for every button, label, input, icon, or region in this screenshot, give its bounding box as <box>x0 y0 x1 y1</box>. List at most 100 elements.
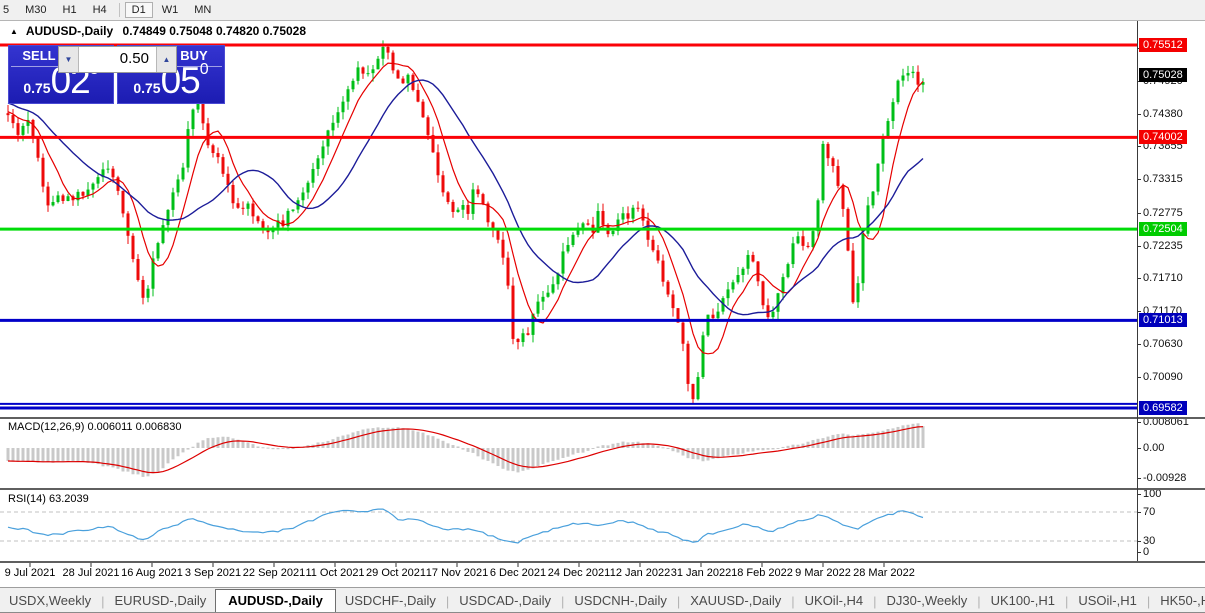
macd-histogram-bar <box>467 448 470 452</box>
candle-body <box>382 47 385 59</box>
macd-histogram-bar <box>57 448 60 461</box>
panel-separator[interactable] <box>0 561 1205 563</box>
timeframe-button-w1[interactable]: W1 <box>155 2 186 18</box>
volume-increase-button[interactable]: ▲ <box>156 47 176 72</box>
collapse-panel-icon[interactable]: ▲ <box>10 27 18 36</box>
macd-histogram-bar <box>632 442 635 448</box>
macd-histogram-bar <box>227 437 230 448</box>
candle-body <box>837 166 840 186</box>
chart-symbol-label: AUDUSD-,Daily <box>26 24 113 38</box>
candle-body <box>297 200 300 209</box>
tab-dj30-weekly[interactable]: DJ30-,Weekly <box>878 589 977 613</box>
date-axis-label: 18 Feb 2022 <box>731 567 793 579</box>
macd-histogram-bar <box>427 435 430 448</box>
macd-histogram-bar <box>532 448 535 468</box>
date-axis-label: 29 Oct 2021 <box>366 567 426 579</box>
macd-histogram-bar <box>597 446 600 448</box>
macd-histogram-bar <box>627 442 630 448</box>
trading-terminal-window: 5M30H1H4D1W1MN ▲ AUDUSD-,Daily 0.74849 0… <box>0 0 1205 613</box>
tab-usdcad-daily[interactable]: USDCAD-,Daily <box>450 589 560 613</box>
candle-body <box>17 123 20 135</box>
macd-histogram-bar <box>457 446 460 448</box>
timeframe-button-d1[interactable]: D1 <box>125 2 153 18</box>
macd-histogram-bar <box>382 428 385 448</box>
tab-usdx-weekly[interactable]: USDX,Weekly <box>0 589 100 613</box>
macd-histogram-bar <box>42 448 45 462</box>
tab-usdchf-daily[interactable]: USDCHF-,Daily <box>336 589 445 613</box>
candle-body <box>452 202 455 212</box>
macd-histogram-bar <box>737 448 740 455</box>
candle-body <box>332 123 335 131</box>
macd-histogram-bar <box>302 447 305 448</box>
tab-ukoil-h4[interactable]: UKOil-,H4 <box>796 589 873 613</box>
macd-histogram-bar <box>392 428 395 448</box>
panel-separator[interactable] <box>0 417 1205 419</box>
candle-body <box>507 258 510 286</box>
candle-body <box>212 145 215 153</box>
price-axis-tick-label: 0.71710 <box>1143 272 1183 284</box>
candle-body <box>912 72 915 73</box>
macd-histogram-bar <box>862 434 865 448</box>
candle-body <box>57 195 60 202</box>
candle-body <box>797 236 800 243</box>
timeframe-button-5[interactable]: 5 <box>0 2 16 18</box>
price-level-badge: 0.75512 <box>1139 38 1187 52</box>
timeframe-button-h4[interactable]: H4 <box>86 2 114 18</box>
tab-eurusd-daily[interactable]: EURUSD-,Daily <box>106 589 216 613</box>
macd-histogram-bar <box>27 448 30 462</box>
macd-histogram-bar <box>82 448 85 462</box>
macd-histogram-bar <box>462 448 465 450</box>
price-axis-tick-label: 0.74380 <box>1143 108 1183 120</box>
candle-body <box>327 130 330 146</box>
candle-body <box>307 183 310 193</box>
candle-body <box>792 243 795 264</box>
candle-body <box>892 102 895 121</box>
macd-histogram-bar <box>537 448 540 466</box>
date-axis-label: 9 Mar 2022 <box>795 567 851 579</box>
rsi-indicator-label: RSI(14) 63.2039 <box>8 493 89 505</box>
tab-xauusd-daily[interactable]: XAUUSD-,Daily <box>681 589 790 613</box>
candle-body <box>267 230 270 233</box>
tab-hk50-h1[interactable]: HK50-,H1 <box>1151 589 1205 613</box>
candle-body <box>312 169 315 183</box>
macd-histogram-bar <box>342 436 345 448</box>
candle-body <box>37 138 40 158</box>
macd-histogram-bar <box>647 443 650 448</box>
volume-decrease-button[interactable]: ▼ <box>59 47 79 72</box>
candle-body <box>392 53 395 71</box>
tab-audusd-daily[interactable]: AUDUSD-,Daily <box>215 589 336 613</box>
candle-body <box>622 213 625 219</box>
macd-histogram-bar <box>512 448 515 471</box>
date-axis-label: 17 Nov 2021 <box>426 567 488 579</box>
macd-histogram-bar <box>152 448 155 473</box>
candle-body <box>872 192 875 206</box>
tab-usdcnh-daily[interactable]: USDCNH-,Daily <box>565 589 675 613</box>
candle-body <box>842 186 845 209</box>
candle-body <box>862 234 865 283</box>
macd-histogram-bar <box>847 435 850 448</box>
panel-separator[interactable] <box>0 488 1205 490</box>
tab-uk100-h1[interactable]: UK100-,H1 <box>982 589 1064 613</box>
price-level-badge: 0.71013 <box>1139 313 1187 327</box>
tab-usoil-h1[interactable]: USOil-,H1 <box>1069 589 1146 613</box>
macd-indicator-label: MACD(12,26,9) 0.006011 0.006830 <box>8 421 181 433</box>
macd-histogram-bar <box>347 435 350 448</box>
macd-histogram-bar <box>567 448 570 457</box>
timeframe-button-h1[interactable]: H1 <box>56 2 84 18</box>
ma-fast-line <box>8 63 923 354</box>
timeframe-button-mn[interactable]: MN <box>187 2 218 18</box>
macd-histogram-bar <box>127 448 130 472</box>
macd-histogram-bar <box>757 448 760 450</box>
candle-body <box>732 282 735 289</box>
volume-value-field[interactable]: 0.50 <box>79 47 156 72</box>
candle-body <box>712 315 715 318</box>
candle-body <box>617 220 620 231</box>
candle-body <box>477 189 480 194</box>
timeframe-button-m30[interactable]: M30 <box>18 2 53 18</box>
candle-body <box>342 102 345 113</box>
macd-histogram-bar <box>452 445 455 448</box>
candle-body <box>667 282 670 295</box>
candle-body <box>27 120 30 126</box>
macd-histogram-bar <box>732 448 735 455</box>
macd-histogram-bar <box>652 445 655 448</box>
